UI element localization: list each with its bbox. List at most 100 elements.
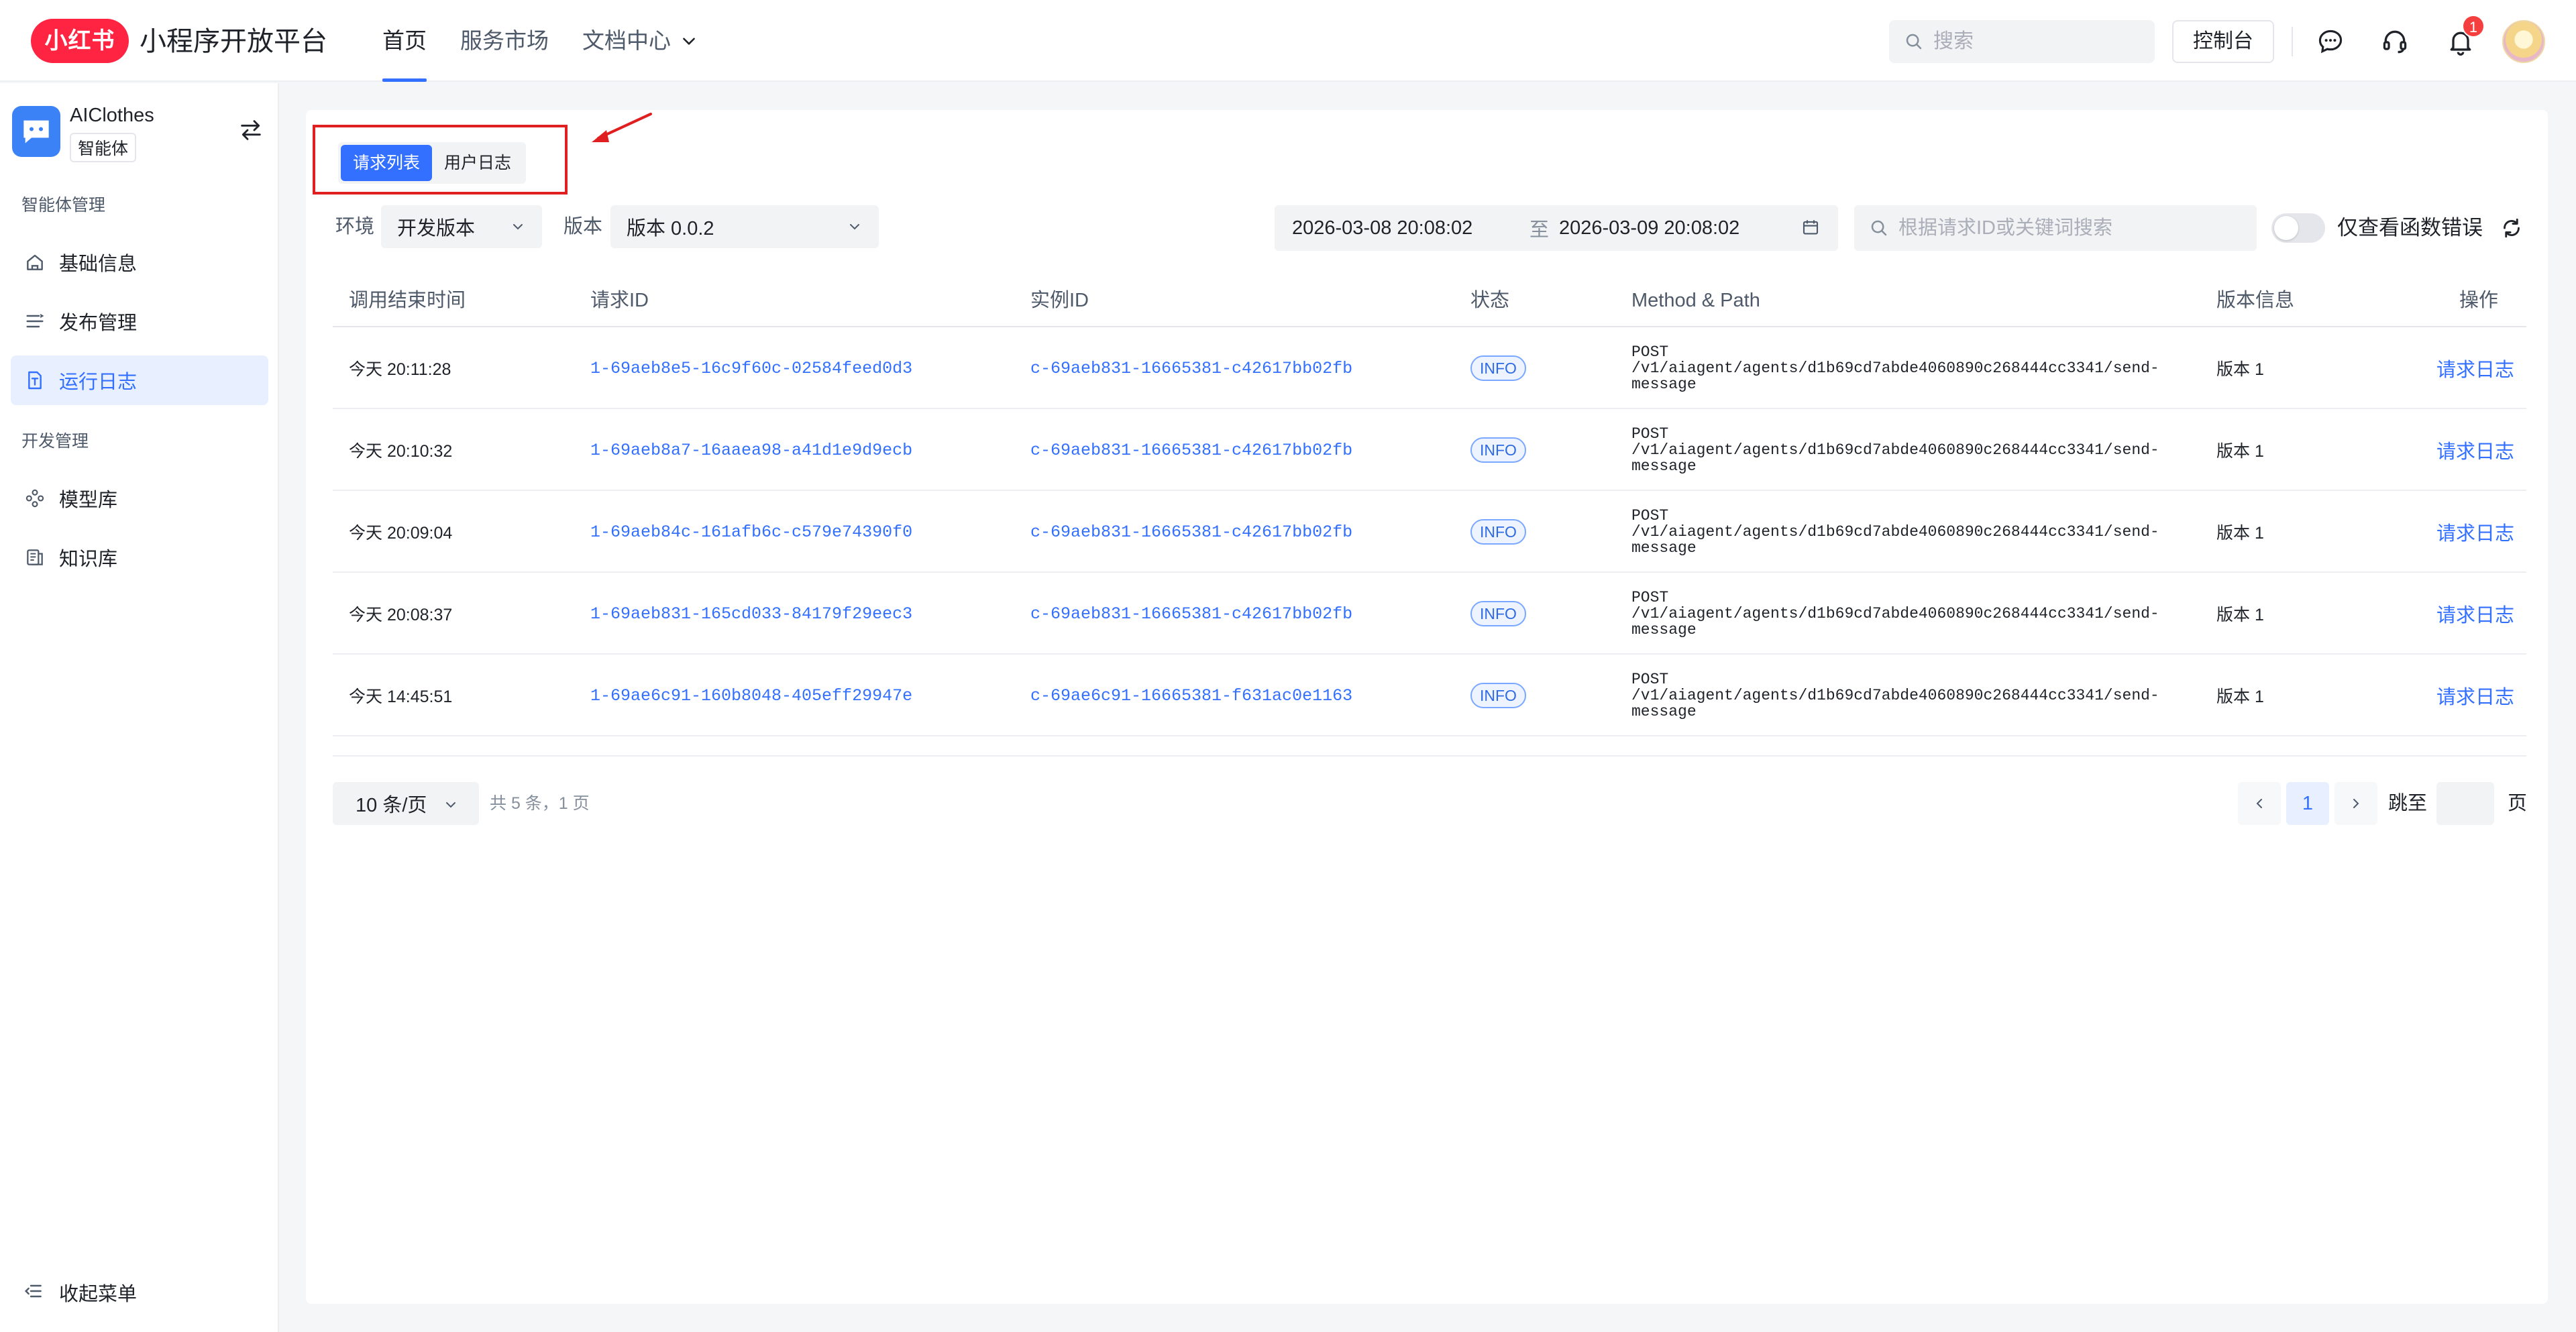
- sidebar-item-basic-info[interactable]: 基础信息: [11, 237, 268, 287]
- request-log-link[interactable]: 请求日志: [2436, 491, 2514, 573]
- collapse-menu-button[interactable]: 收起菜单: [23, 1278, 137, 1307]
- sidebar-item-label: 知识库: [59, 549, 118, 570]
- table-row: 今天 20:09:04 1-69aeb84c-161afb6c-c579e7439…: [333, 491, 2526, 573]
- log-file-icon: [23, 368, 47, 392]
- method-path-text: POST /v1/aiagent/agents/d1b69cd7abde4060…: [1631, 425, 2159, 475]
- cell-instance-id[interactable]: c-69aeb831-16665381-c42617bb02fb: [1030, 491, 1352, 573]
- cell-method-path: POST /v1/aiagent/agents/d1b69cd7abde4060…: [1631, 409, 2159, 491]
- collapse-menu-label: 收起菜单: [59, 1284, 138, 1305]
- env-select-value: 开发版本: [397, 218, 476, 239]
- tab-request-list[interactable]: 请求列表: [341, 145, 433, 181]
- cell-instance-id[interactable]: c-69aeb831-16665381-c42617bb02fb: [1030, 409, 1352, 491]
- cell-version: 版本 1: [2216, 360, 2264, 379]
- table-row: 今天 14:45:51 1-69ae6c91-160b8048-405eff299…: [333, 655, 2526, 736]
- cell-end-time: 今天 20:11:28: [349, 360, 451, 379]
- date-range-picker[interactable]: 2026-03-08 20:08:02 至 2026-03-09 20:08:0…: [1275, 205, 1838, 251]
- col-end-time: 调用结束时间: [349, 290, 466, 311]
- sidebar-item-run-logs[interactable]: 运行日志: [11, 355, 268, 405]
- sidebar-item-knowledge-base[interactable]: 知识库: [11, 533, 268, 582]
- next-page-button[interactable]: [2334, 782, 2377, 825]
- divider: [333, 755, 2526, 757]
- only-errors-toggle[interactable]: [2271, 213, 2325, 243]
- col-status: 状态: [1470, 290, 1510, 311]
- nav-service-market[interactable]: 服务市场: [460, 0, 549, 82]
- cell-end-time: 今天 14:45:51: [349, 687, 453, 706]
- sidebar-item-label: 模型库: [59, 490, 118, 511]
- cell-request-id[interactable]: 1-69aeb8a7-16aaea98-a41d1e9d9ecb: [590, 409, 912, 491]
- home-icon: [23, 250, 47, 274]
- cell-request-id[interactable]: 1-69aeb831-165cd033-84179f29eec3: [590, 573, 912, 655]
- avatar[interactable]: [2502, 20, 2545, 63]
- cell-version: 版本 1: [2216, 442, 2264, 461]
- col-method-path: Method & Path: [1631, 290, 1760, 311]
- keyword-search[interactable]: [1854, 205, 2257, 251]
- chevron-down-icon: [683, 38, 695, 45]
- console-button[interactable]: 控制台: [2172, 20, 2274, 63]
- nav-docs-center[interactable]: 文档中心: [582, 0, 698, 82]
- group-title-agent-management: 智能体管理: [21, 196, 106, 215]
- page-button-1[interactable]: 1: [2286, 782, 2329, 825]
- sidebar-item-release-management[interactable]: 发布管理: [11, 296, 268, 346]
- search-icon: [1871, 220, 1887, 236]
- date-end[interactable]: 2026-03-09 20:08:02: [1559, 217, 1739, 239]
- version-select[interactable]: 版本 0.0.2: [610, 205, 879, 248]
- method-path-text: POST /v1/aiagent/agents/d1b69cd7abde4060…: [1631, 507, 2159, 557]
- date-start[interactable]: 2026-03-08 20:08:02: [1292, 217, 1472, 239]
- global-search[interactable]: [1889, 20, 2155, 63]
- cell-instance-id[interactable]: c-69aeb831-16665381-c42617bb02fb: [1030, 573, 1352, 655]
- group-title-dev-management: 开发管理: [21, 432, 89, 451]
- filter-bar: 环境 开发版本 版本 版本 0.0.2 2026-03-08 20:08:02 …: [333, 205, 2537, 251]
- xiaohongshu-logo[interactable]: 小红书: [31, 19, 129, 63]
- jump-to-label: 跳至: [2388, 793, 2428, 814]
- col-version: 版本信息: [2216, 290, 2295, 311]
- request-log-link[interactable]: 请求日志: [2436, 327, 2514, 409]
- knowledge-icon: [23, 545, 47, 569]
- method-path-text: POST /v1/aiagent/agents/d1b69cd7abde4060…: [1631, 671, 2159, 720]
- status-badge: INFO: [1470, 437, 1526, 463]
- cell-request-id[interactable]: 1-69aeb84c-161afb6c-c579e74390f0: [590, 491, 912, 573]
- tab-user-logs[interactable]: 用户日志: [432, 145, 523, 181]
- request-log-link[interactable]: 请求日志: [2436, 409, 2514, 491]
- chevron-right-icon: [2353, 799, 2359, 808]
- version-select-value: 版本 0.0.2: [627, 218, 714, 239]
- prev-page-button[interactable]: [2238, 782, 2281, 825]
- cell-end-time: 今天 20:08:37: [349, 606, 453, 624]
- jump-page-input[interactable]: [2436, 782, 2494, 825]
- table-header: 调用结束时间 请求ID 实例ID 状态 Method & Path 版本信息 操…: [333, 274, 2526, 327]
- nav-home[interactable]: 首页: [382, 0, 427, 82]
- chevron-down-icon: [850, 224, 859, 230]
- app-card[interactable]: AIClothes 智能体: [12, 105, 268, 168]
- request-log-link[interactable]: 请求日志: [2436, 573, 2514, 655]
- refresh-icon[interactable]: [2500, 216, 2524, 240]
- cell-request-id[interactable]: 1-69ae6c91-160b8048-405eff29947e: [590, 655, 912, 736]
- cell-instance-id[interactable]: c-69ae6c91-16665381-f631ac0e1163: [1030, 655, 1352, 736]
- status-badge: INFO: [1470, 519, 1526, 545]
- platform-title[interactable]: 小程序开放平台: [140, 25, 327, 58]
- sidebar-item-model-library[interactable]: 模型库: [11, 474, 268, 523]
- calendar-icon: [1803, 220, 1819, 235]
- nav-docs-center-label: 文档中心: [582, 28, 671, 53]
- main-panel: 请求列表 用户日志 环境 开发版本 版本 版本 0.0.2 2026-03-08…: [306, 110, 2548, 1304]
- col-instance-id: 实例ID: [1030, 290, 1089, 311]
- request-table: 调用结束时间 请求ID 实例ID 状态 Method & Path 版本信息 操…: [333, 274, 2526, 736]
- col-request-id: 请求ID: [590, 290, 649, 311]
- search-icon: [1906, 34, 1922, 50]
- cell-status: INFO: [1470, 655, 1526, 736]
- headset-icon[interactable]: [2379, 25, 2411, 58]
- annotation-arrow: [592, 113, 652, 142]
- cell-instance-id[interactable]: c-69aeb831-16665381-c42617bb02fb: [1030, 327, 1352, 409]
- env-select[interactable]: 开发版本: [381, 205, 542, 248]
- request-log-link[interactable]: 请求日志: [2436, 655, 2514, 736]
- divider: [2292, 27, 2293, 56]
- cell-status: INFO: [1470, 409, 1526, 491]
- message-icon[interactable]: [2314, 25, 2347, 58]
- keyword-search-input[interactable]: [1898, 217, 2247, 239]
- nav-home-label: 首页: [382, 28, 427, 53]
- swap-icon[interactable]: [237, 117, 264, 144]
- cell-method-path: POST /v1/aiagent/agents/d1b69cd7abde4060…: [1631, 573, 2159, 655]
- page-size-select[interactable]: 10 条/页: [333, 782, 479, 825]
- global-search-input[interactable]: [1933, 30, 2135, 53]
- cell-method-path: POST /v1/aiagent/agents/d1b69cd7abde4060…: [1631, 327, 2159, 409]
- cell-request-id[interactable]: 1-69aeb8e5-16c9f60c-02584feed0d3: [590, 327, 912, 409]
- status-badge: INFO: [1470, 683, 1526, 708]
